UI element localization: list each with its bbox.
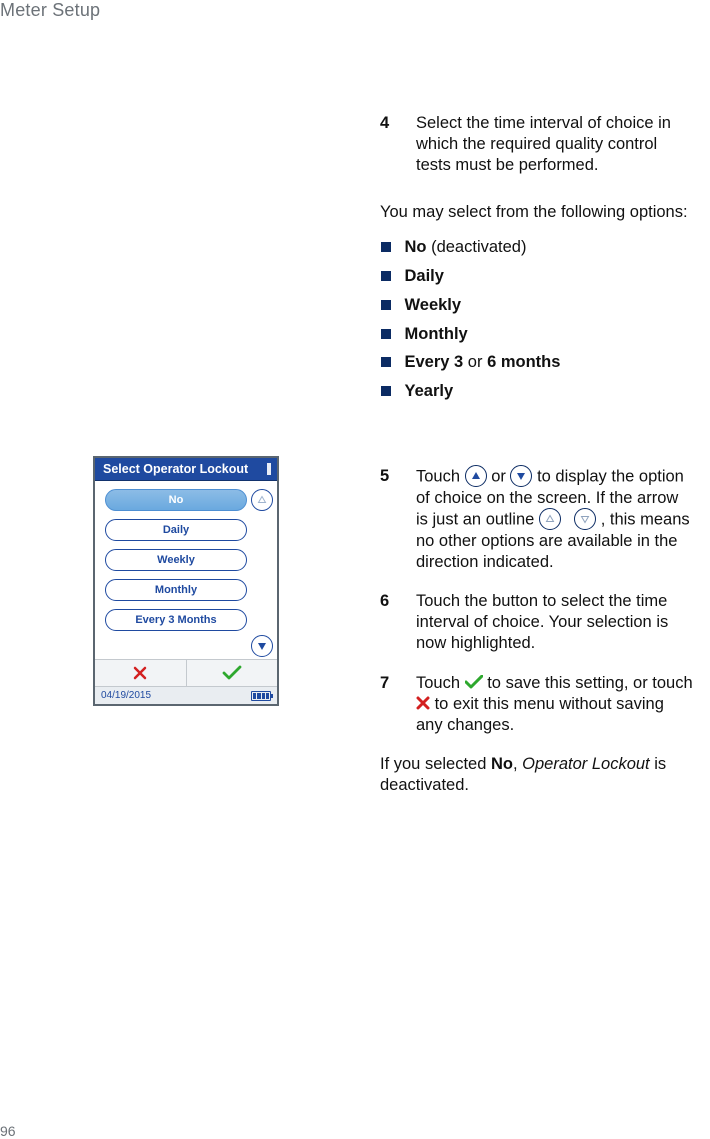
list-item: Daily	[381, 264, 695, 289]
option-weekly[interactable]: Weekly	[105, 549, 247, 571]
option-daily[interactable]: Daily	[105, 519, 247, 541]
step-text: Touch to save this setting, or touch to …	[416, 673, 694, 736]
scroll-down-button[interactable]	[251, 635, 273, 657]
step-number: 7	[380, 673, 398, 736]
square-bullet-icon	[381, 386, 391, 396]
square-bullet-icon	[381, 357, 391, 367]
step-text: Touch the button to select the time inte…	[416, 591, 694, 654]
arrow-up-outline-icon	[539, 508, 561, 530]
square-bullet-icon	[381, 329, 391, 339]
square-bullet-icon	[381, 271, 391, 281]
battery-icon	[251, 691, 271, 701]
cancel-button[interactable]	[95, 660, 187, 686]
x-icon	[416, 696, 430, 710]
step-number: 6	[380, 591, 398, 654]
option-text: Weekly	[405, 293, 462, 318]
arrow-up-icon	[465, 465, 487, 487]
arrow-down-icon	[510, 465, 532, 487]
step-6: 6 Touch the button to select the time in…	[380, 591, 694, 654]
device-title: Select Operator Lockout	[103, 462, 248, 476]
square-bullet-icon	[381, 300, 391, 310]
option-monthly[interactable]: Monthly	[105, 579, 247, 601]
step-4: 4 Select the time interval of choice in …	[380, 113, 694, 176]
step-5: 5 Touch or to display the option of choi…	[380, 466, 694, 573]
arrow-down-outline-icon	[574, 508, 596, 530]
device-screenshot: Select Operator Lockout No Daily Weekly …	[93, 456, 279, 706]
list-item: Yearly	[381, 379, 695, 404]
option-text: Every 3 or 6 months	[405, 350, 561, 375]
option-every-3-months[interactable]: Every 3 Months	[105, 609, 247, 631]
scroll-up-button[interactable]	[251, 489, 273, 511]
square-bullet-icon	[381, 242, 391, 252]
device-status-bar: 04/19/2015	[95, 686, 277, 704]
titlebar-notch-icon	[267, 463, 271, 475]
option-text: No (deactivated)	[405, 235, 527, 260]
checkmark-icon	[465, 675, 483, 689]
confirm-button[interactable]	[187, 660, 278, 686]
step-text: Select the time interval of choice in wh…	[416, 113, 694, 176]
step-number: 4	[380, 113, 398, 176]
step-7: 7 Touch to save this setting, or touch t…	[380, 673, 694, 736]
list-item: Monthly	[381, 322, 695, 347]
options-list: No (deactivated) Daily Weekly Monthly Ev…	[381, 235, 695, 404]
list-item: Every 3 or 6 months	[381, 350, 695, 375]
device-date: 04/19/2015	[101, 690, 151, 701]
device-body: No Daily Weekly Monthly Every 3 Months	[95, 481, 277, 659]
option-text: Daily	[405, 264, 444, 289]
device-action-bar	[95, 659, 277, 686]
option-text: Monthly	[405, 322, 468, 347]
content-column: 4 Select the time interval of choice in …	[380, 113, 694, 808]
option-text: Yearly	[405, 379, 454, 404]
section-title: Meter Setup	[0, 0, 100, 21]
closing-note: If you selected No, Operator Lockout is …	[380, 754, 694, 796]
step-text: Touch or to display the option of choice…	[416, 466, 694, 573]
list-item: No (deactivated)	[381, 235, 695, 260]
list-item: Weekly	[381, 293, 695, 318]
device-titlebar: Select Operator Lockout	[95, 458, 277, 481]
step-number: 5	[380, 466, 398, 573]
options-intro: You may select from the following option…	[380, 202, 694, 223]
page-number: 96	[0, 1123, 16, 1139]
option-no[interactable]: No	[105, 489, 247, 511]
